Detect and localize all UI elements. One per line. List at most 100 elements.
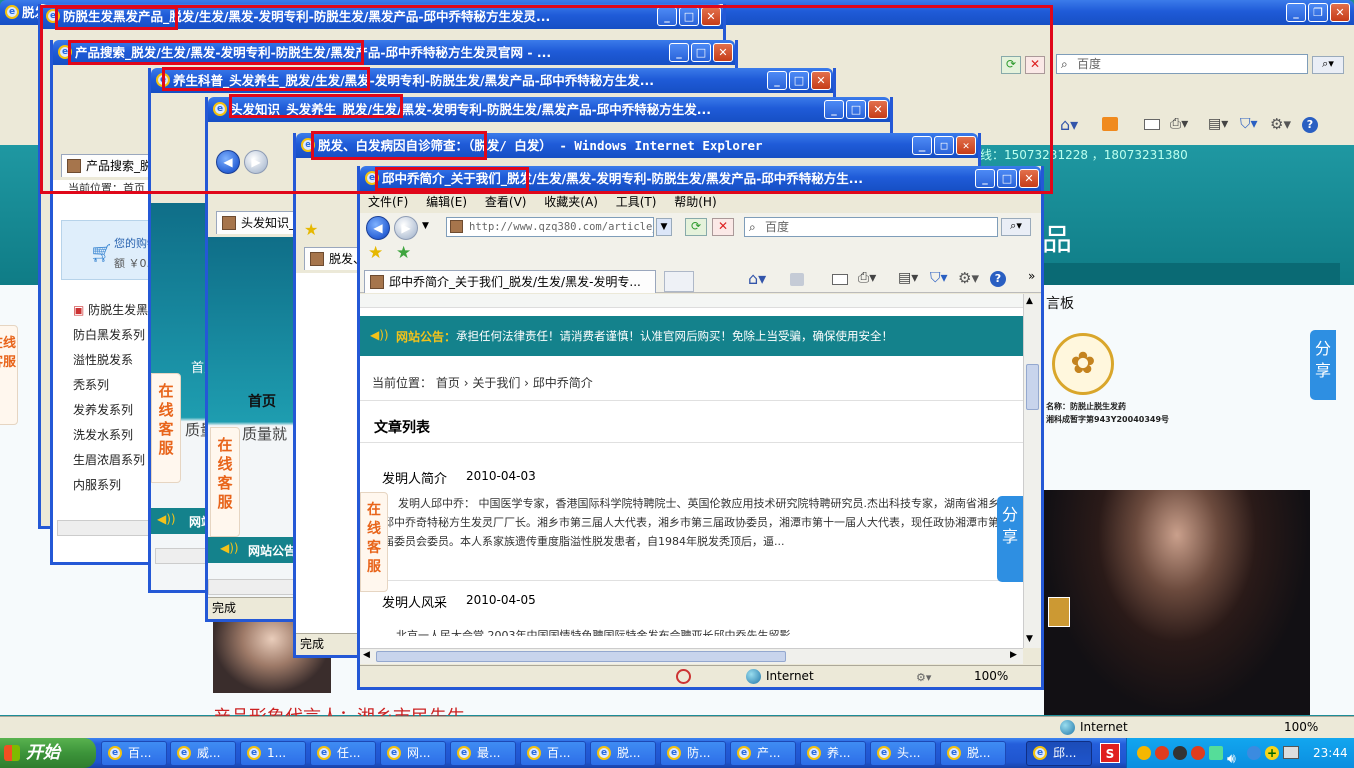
- menu-tools[interactable]: 工具(T): [616, 195, 657, 209]
- menu-file[interactable]: 文件(F): [368, 195, 408, 209]
- search-go-button[interactable]: ⌕▾: [1001, 218, 1031, 236]
- forward-button[interactable]: ▶: [394, 216, 418, 240]
- taskbar-button[interactable]: e 脱...: [590, 741, 656, 766]
- chevron-more-icon[interactable]: »: [1028, 269, 1035, 283]
- category-item[interactable]: 秃系列: [73, 373, 153, 398]
- taskbar-button[interactable]: e 防...: [660, 741, 726, 766]
- safety-icon[interactable]: ⛉▾: [1240, 116, 1258, 132]
- taskbar-button[interactable]: e 任...: [310, 741, 376, 766]
- clock[interactable]: 23:44: [1313, 738, 1348, 768]
- horizontal-scrollbar[interactable]: ◀ ▶: [360, 648, 1023, 664]
- refresh-icon[interactable]: ⟳: [685, 218, 707, 236]
- horizontal-scrollbar[interactable]: [208, 579, 298, 595]
- stop-icon[interactable]: ✕: [712, 218, 734, 236]
- app-s-icon[interactable]: S: [1100, 743, 1120, 763]
- menu-view[interactable]: 查看(V): [485, 195, 527, 209]
- history-dropdown-icon[interactable]: ▼: [422, 221, 429, 231]
- tools-icon[interactable]: ⚙▾: [1270, 115, 1291, 133]
- taskbar-button[interactable]: e 网...: [380, 741, 446, 766]
- category-item[interactable]: ▣ 防脱生发黑: [73, 298, 153, 323]
- address-input[interactable]: http://www.qzq380.com/article_ca: [446, 217, 654, 237]
- tray-monitor-icon[interactable]: [1283, 746, 1299, 759]
- tray-app-icon[interactable]: [1137, 746, 1151, 760]
- article-title[interactable]: 发明人风采: [382, 592, 447, 611]
- minimize-button[interactable]: _: [1286, 3, 1306, 22]
- tray-qq-icon[interactable]: [1191, 746, 1205, 760]
- page-menu-icon[interactable]: ▤▾: [898, 270, 918, 286]
- tray-qq-icon[interactable]: [1173, 746, 1187, 760]
- breadcrumb-home[interactable]: 首页: [436, 376, 460, 390]
- taskbar-button[interactable]: e 威...: [170, 741, 236, 766]
- page-icon[interactable]: ▤▾: [1208, 116, 1228, 132]
- tray-security-icon[interactable]: [1247, 746, 1261, 760]
- back-button[interactable]: ◀: [366, 216, 390, 240]
- background-search-input[interactable]: ⌕ 百度: [1056, 54, 1308, 74]
- favorites-star-icon[interactable]: ★: [368, 243, 383, 263]
- tray-qq-icon[interactable]: [1155, 746, 1169, 760]
- horizontal-scrollbar[interactable]: [57, 520, 152, 536]
- tray-add-icon[interactable]: +: [1265, 746, 1279, 760]
- zoom-text[interactable]: 100%: [1284, 720, 1318, 734]
- nav-guestbook[interactable]: 言板: [1046, 293, 1074, 313]
- address-dropdown-icon[interactable]: ▼: [656, 218, 672, 236]
- category-item[interactable]: 溢性脱发系: [73, 348, 153, 373]
- mail-icon[interactable]: [832, 274, 848, 285]
- tools-icon[interactable]: ⚙▾: [958, 269, 979, 287]
- category-item[interactable]: 洗发水系列: [73, 423, 153, 448]
- scroll-left-icon[interactable]: ◀: [363, 650, 370, 660]
- share-button[interactable]: 分享: [997, 496, 1023, 582]
- taskbar-button[interactable]: e 最...: [450, 741, 516, 766]
- new-tab-button[interactable]: [664, 271, 694, 292]
- search-go-button[interactable]: ⌕▾: [1312, 56, 1344, 74]
- scroll-up-icon[interactable]: ▲: [1026, 296, 1033, 306]
- taskbar-button[interactable]: e 养...: [800, 741, 866, 766]
- close-button[interactable]: ✕: [1330, 3, 1350, 22]
- add-favorites-icon[interactable]: ★: [396, 243, 411, 263]
- rss-icon[interactable]: [1102, 117, 1118, 131]
- scroll-right-icon[interactable]: ▶: [1010, 650, 1017, 660]
- background-online-service[interactable]: 在线客服: [0, 325, 18, 425]
- taskbar-button-active[interactable]: e 邱...: [1026, 741, 1092, 766]
- menu-help[interactable]: 帮助(H): [674, 195, 716, 209]
- scroll-thumb[interactable]: [1026, 364, 1039, 410]
- tab-self-diagnosis[interactable]: 脱发、: [304, 247, 362, 270]
- scroll-thumb[interactable]: [376, 651, 786, 662]
- zoom-control[interactable]: 100%: [974, 666, 1008, 687]
- tray-network-icon[interactable]: [1209, 746, 1223, 760]
- start-button[interactable]: 开始: [0, 738, 96, 768]
- taskbar-button[interactable]: e 脱...: [940, 741, 1006, 766]
- taskbar-button[interactable]: e 百...: [101, 741, 167, 766]
- safety-icon[interactable]: ⛉▾: [930, 270, 948, 286]
- category-item[interactable]: 内服系列: [73, 473, 153, 498]
- search-input[interactable]: ⌕ 百度: [744, 217, 998, 237]
- protected-mode-icon[interactable]: ⚙▾: [916, 667, 931, 687]
- menu-favorites[interactable]: 收藏夹(A): [544, 195, 598, 209]
- help-icon[interactable]: ?: [1302, 117, 1318, 133]
- print-icon[interactable]: ⎙▾: [858, 270, 876, 286]
- category-item[interactable]: 防白黑发系列: [73, 323, 153, 348]
- restore-button[interactable]: ❐: [1308, 3, 1328, 22]
- article-title[interactable]: 发明人简介: [382, 468, 447, 487]
- taskbar-button[interactable]: e 1...: [240, 741, 306, 766]
- background-share-button[interactable]: 分享: [1310, 330, 1336, 400]
- help-icon[interactable]: ?: [990, 271, 1006, 287]
- breadcrumb-about[interactable]: 关于我们: [472, 376, 520, 390]
- tab-inventor-profile[interactable]: 邱中乔简介_关于我们_脱发/生发/黑发-发明专...: [364, 270, 656, 293]
- taskbar-button[interactable]: e 产...: [730, 741, 796, 766]
- tray-volume-icon[interactable]: 🔊︎: [1227, 744, 1236, 768]
- tab-hair-knowledge[interactable]: 头发知识_: [216, 211, 296, 234]
- online-service-tab[interactable]: 在线客服: [210, 427, 240, 537]
- online-service-tab[interactable]: 在线客服: [360, 492, 388, 592]
- privacy-icon[interactable]: [676, 669, 691, 684]
- mail-icon[interactable]: [1144, 119, 1160, 130]
- favorites-star-icon[interactable]: ★: [304, 220, 318, 239]
- online-service-tab[interactable]: 在线客服: [151, 373, 181, 483]
- scroll-down-icon[interactable]: ▼: [1026, 634, 1033, 644]
- category-item[interactable]: 生眉浓眉系列: [73, 448, 153, 473]
- home-icon[interactable]: ⌂▾: [1060, 115, 1078, 134]
- nav-home[interactable]: 首页: [248, 391, 276, 411]
- vertical-scrollbar[interactable]: ▲ ▼: [1023, 294, 1041, 648]
- menu-edit[interactable]: 编辑(E): [426, 195, 467, 209]
- taskbar-button[interactable]: e 百...: [520, 741, 586, 766]
- taskbar-button[interactable]: e 头...: [870, 741, 936, 766]
